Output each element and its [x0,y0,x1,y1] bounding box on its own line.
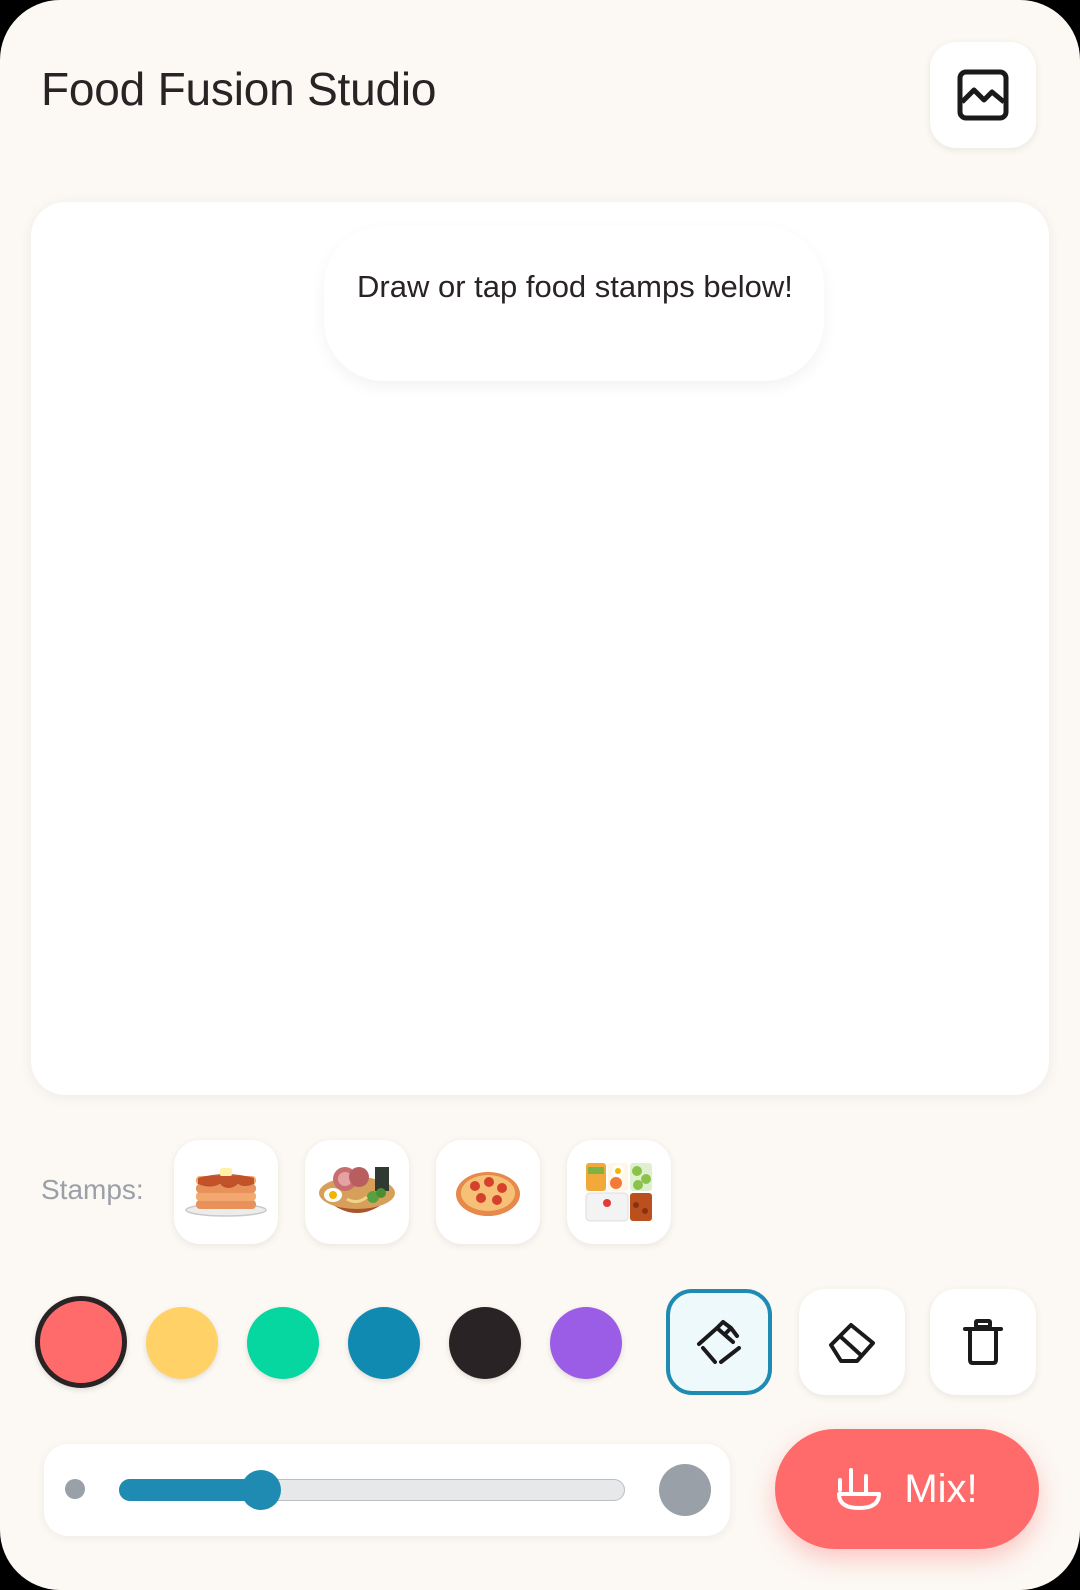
bento-icon [585,1163,652,1222]
eraser-icon [829,1323,875,1363]
large-size-indicator [659,1464,711,1516]
stamp-pizza[interactable] [436,1140,540,1244]
brush-size-panel [44,1444,730,1536]
stamp-ramen[interactable] [305,1140,409,1244]
color-swatch-purple[interactable] [550,1307,622,1379]
color-swatch-blue[interactable] [348,1307,420,1379]
drawing-canvas[interactable]: Draw or tap food stamps below! [31,202,1049,1095]
mixer-icon [837,1468,882,1510]
stamps-label: Stamps: [41,1174,144,1205]
color-swatch-green[interactable] [247,1307,319,1379]
mix-button[interactable]: Mix! [775,1429,1039,1549]
mix-button-label: Mix! [904,1466,978,1511]
app-title: Food Fusion Studio [41,63,437,115]
color-swatch-yellow[interactable] [146,1307,218,1379]
pizza-icon [456,1172,520,1216]
pancakes-icon [185,1168,267,1217]
brush-tool-button[interactable] [666,1289,772,1395]
brush-size-thumb[interactable] [240,1470,281,1510]
stamp-bento[interactable] [567,1140,671,1244]
eraser-tool-button[interactable] [799,1289,905,1395]
clear-canvas-button[interactable] [930,1289,1036,1395]
color-swatch-black[interactable] [449,1307,521,1379]
trash-icon [963,1319,1003,1365]
color-swatch-coral[interactable] [35,1296,127,1388]
canvas-hint: Draw or tap food stamps below! [324,226,824,381]
gallery-button[interactable] [930,42,1036,148]
image-icon [957,69,1009,121]
ramen-icon [319,1167,395,1213]
small-size-indicator [65,1479,85,1499]
app-screen: Food Fusion Studio Draw or tap food stam… [0,0,1080,1590]
brush-size-fill [119,1479,261,1501]
brush-icon [697,1320,741,1364]
stamp-pancakes[interactable] [174,1140,278,1244]
